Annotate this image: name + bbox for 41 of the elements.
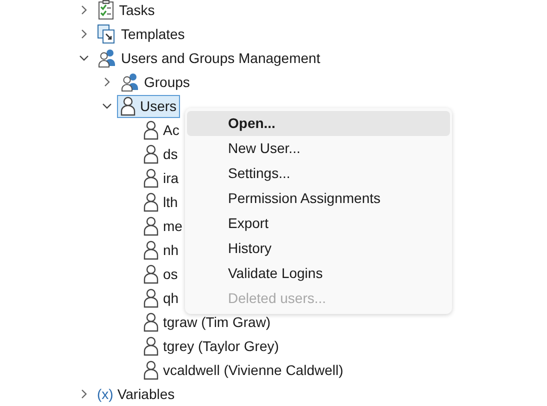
checklist-icon [97, 0, 115, 20]
menu-item[interactable]: Settings... [187, 161, 450, 186]
user-icon [143, 120, 159, 140]
tree-item[interactable]: nh [140, 238, 182, 262]
documents-icon [97, 24, 117, 44]
tree-item[interactable]: os [140, 262, 181, 286]
tree-item[interactable]: me [140, 214, 186, 238]
tree-item[interactable]: Tasks [94, 0, 158, 22]
user-icon [143, 192, 159, 212]
tree-item[interactable]: Templates [94, 22, 188, 46]
user-icon [143, 264, 159, 284]
variable-icon: (x) [97, 384, 114, 404]
people-icon [120, 72, 140, 92]
people-icon [97, 48, 117, 68]
tree-item[interactable]: lth [140, 190, 181, 214]
user-icon [143, 168, 159, 188]
tree-item[interactable]: vcaldwell (Vivienne Caldwell) [140, 358, 346, 382]
tree-item[interactable]: (x) Variables [94, 382, 178, 406]
user-icon [143, 288, 159, 308]
menu-item[interactable]: Export [187, 211, 450, 236]
tree-item[interactable]: Users [117, 94, 180, 118]
tree-item[interactable]: tgrey (Taylor Grey) [140, 334, 282, 358]
menu-item[interactable]: New User... [187, 136, 450, 161]
user-icon [143, 312, 159, 332]
menu-item[interactable]: Permission Assignments [187, 186, 450, 211]
menu-item[interactable]: Open... [187, 111, 450, 136]
tree-item[interactable]: qh [140, 286, 182, 310]
menu-item[interactable]: Validate Logins [187, 261, 450, 286]
tree-item[interactable]: Ac [140, 118, 182, 142]
tree-item[interactable]: Groups [117, 70, 193, 94]
tree-item[interactable]: ira [140, 166, 182, 190]
user-icon [143, 240, 159, 260]
user-icon [143, 360, 159, 380]
user-icon [120, 96, 136, 116]
user-icon [143, 336, 159, 356]
menu-item[interactable]: History [187, 236, 450, 261]
tree-item[interactable]: tgraw (Tim Graw) [140, 310, 274, 334]
tree-item[interactable]: ds [140, 142, 181, 166]
tree-item[interactable]: Users and Groups Management [94, 46, 324, 70]
user-icon [143, 216, 159, 236]
user-icon [143, 144, 159, 164]
